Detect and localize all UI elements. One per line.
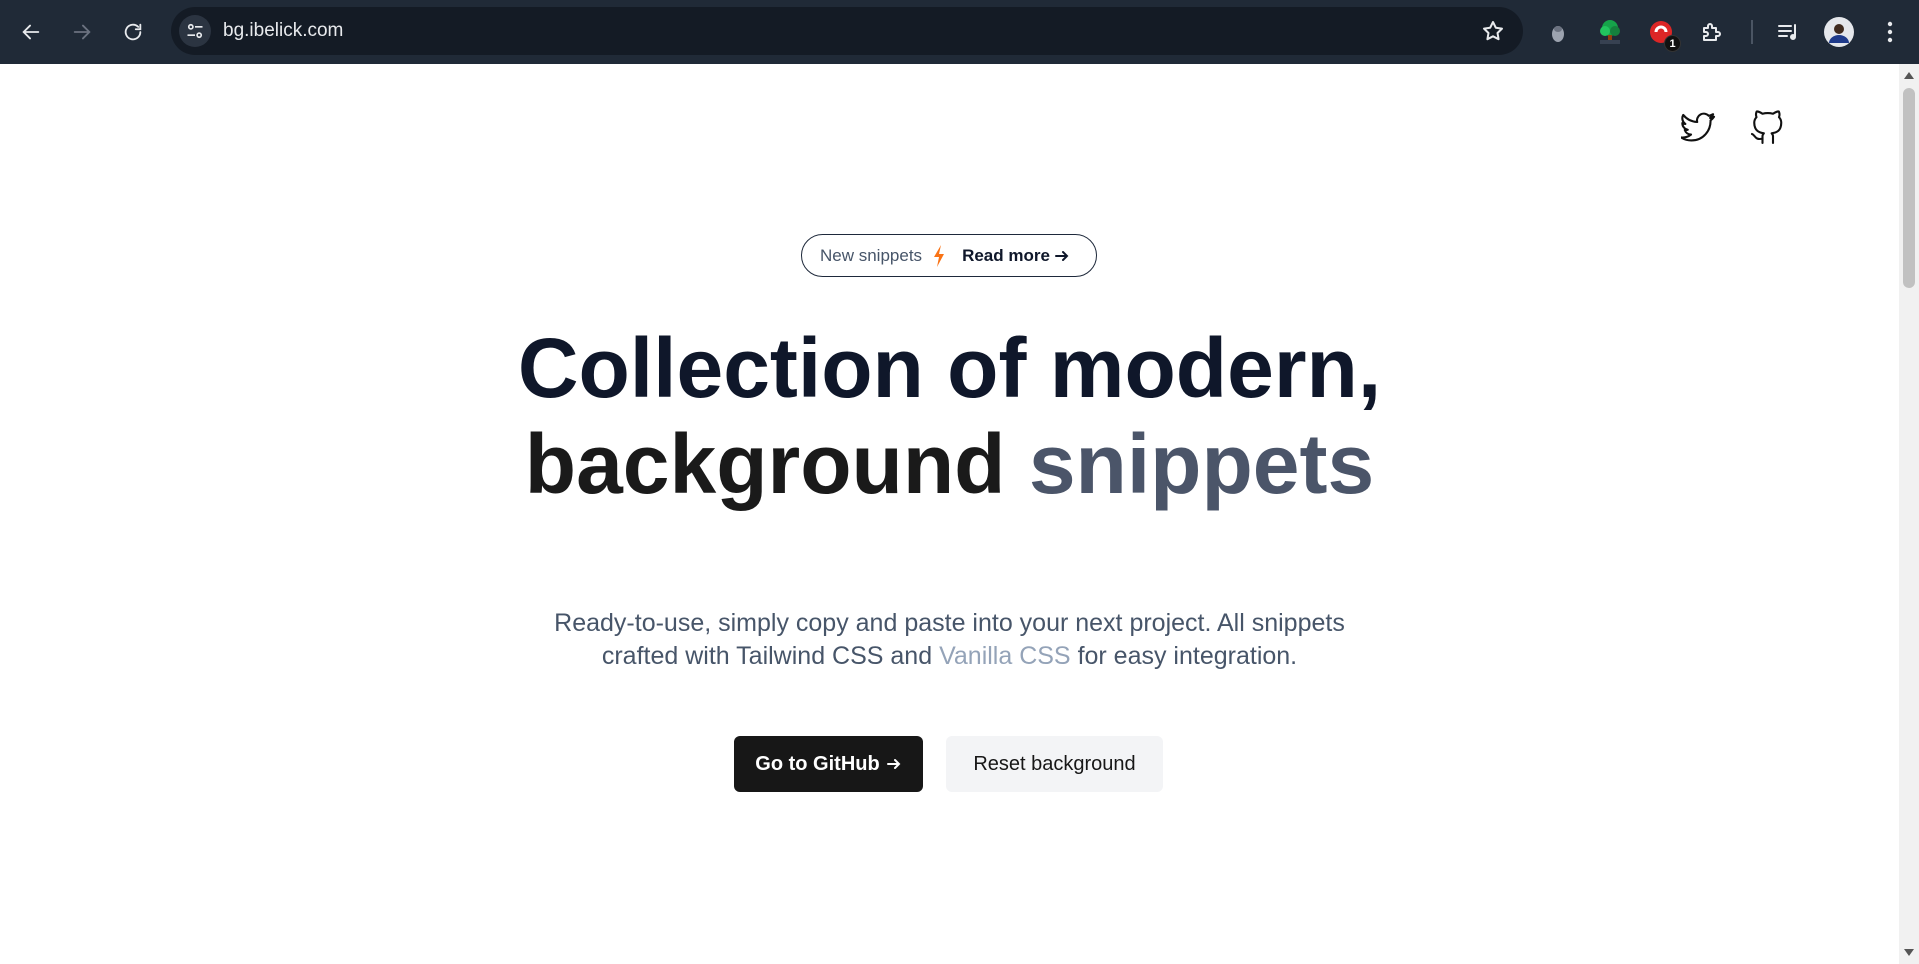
announcement-left-text: New snippets: [820, 245, 923, 265]
hero-title-line2: background snippets: [0, 416, 1899, 512]
bookmark-star-icon[interactable]: [1481, 19, 1505, 43]
hero-title-line1: Collection of modern,: [517, 321, 1382, 415]
go-to-github-label: Go to GitHub: [755, 752, 880, 775]
site-info-button[interactable]: [179, 15, 211, 47]
web-page: New snippets Read more Collection of mod…: [0, 64, 1899, 964]
extension-badge: 1: [1664, 35, 1681, 52]
red-extension-button[interactable]: 1: [1642, 13, 1681, 52]
browser-toolbar: bg.ibelick.com 1: [0, 0, 1919, 64]
hero-subtitle-line1: Ready-to-use, simply copy and paste into…: [554, 609, 1345, 637]
extension-icon: [1552, 26, 1564, 42]
hero-title-dark-word: background: [524, 417, 1006, 511]
reload-icon: [124, 23, 142, 41]
tree-extension-button[interactable]: [1591, 13, 1629, 51]
scroll-down-arrow[interactable]: [1904, 949, 1914, 956]
reset-background-button[interactable]: Reset background: [946, 736, 1163, 792]
arrow-right-icon: [886, 759, 901, 769]
twitter-link[interactable]: [1679, 108, 1719, 148]
media-control-icon: [1778, 24, 1796, 40]
announcement-pill[interactable]: New snippets Read more: [801, 234, 1097, 277]
vanilla-css-text: Vanilla CSS: [939, 642, 1071, 670]
address-bar[interactable]: bg.ibelick.com: [171, 7, 1523, 55]
chrome-menu-button[interactable]: [1871, 13, 1909, 51]
lightning-bolt-icon: [934, 244, 945, 267]
puzzle-icon: [1703, 23, 1721, 41]
page-scrollbar[interactable]: [1899, 64, 1919, 964]
twitter-icon: [1681, 112, 1716, 142]
site-info-icon: [187, 23, 203, 39]
tree-extension-icon: [1600, 20, 1620, 44]
github-link[interactable]: [1747, 108, 1787, 148]
hero-title-grey-word: snippets: [1028, 417, 1375, 511]
back-button[interactable]: [12, 13, 50, 51]
read-more-link[interactable]: Read more: [954, 246, 1070, 266]
url-text[interactable]: bg.ibelick.com: [223, 7, 343, 55]
scroll-thumb[interactable]: [1903, 88, 1915, 288]
arrow-right-icon: [1054, 250, 1069, 261]
media-control-button[interactable]: [1769, 13, 1807, 51]
kebab-menu-icon: [1887, 21, 1893, 43]
go-to-github-button[interactable]: Go to GitHub: [734, 736, 923, 792]
subtitle-text-a: crafted with Tailwind CSS and: [601, 642, 933, 670]
github-icon: [1750, 110, 1783, 145]
toolbar-divider: [1751, 20, 1753, 44]
extensions-menu-button[interactable]: [1693, 13, 1731, 51]
back-arrow-icon: [22, 24, 40, 40]
hero-subtitle-line2: crafted with Tailwind CSS and Vanilla CS…: [0, 640, 1899, 673]
profile-button[interactable]: [1820, 13, 1858, 51]
read-more-label: Read more: [962, 245, 1050, 265]
extension-button[interactable]: [1539, 13, 1577, 51]
scroll-up-arrow[interactable]: [1904, 72, 1914, 79]
forward-arrow-icon: [73, 24, 91, 40]
forward-button[interactable]: [63, 13, 101, 51]
reload-button[interactable]: [114, 13, 152, 51]
profile-avatar: [1824, 17, 1854, 47]
subtitle-text-b: for easy integration.: [1077, 642, 1298, 670]
